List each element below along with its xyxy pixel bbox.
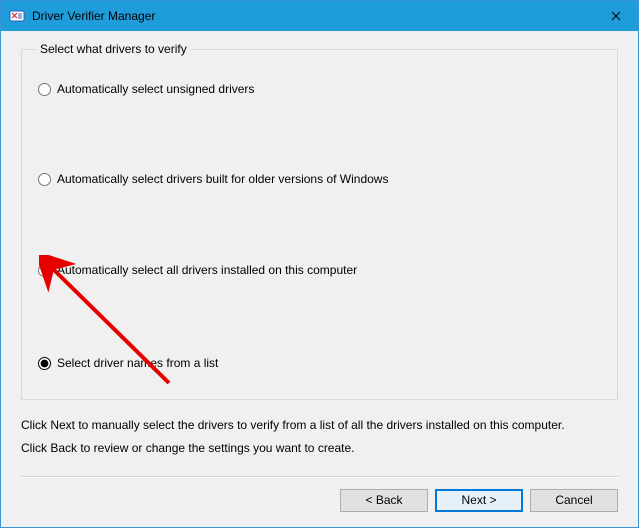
close-icon <box>611 11 621 21</box>
window-title: Driver Verifier Manager <box>32 9 593 23</box>
group-legend: Select what drivers to verify <box>36 42 191 56</box>
radio-unsigned-drivers-label: Automatically select unsigned drivers <box>57 82 254 96</box>
radio-all-installed-drivers-input[interactable] <box>38 264 51 277</box>
radio-all-installed-drivers[interactable]: Automatically select all drivers install… <box>38 263 357 277</box>
cancel-button[interactable]: Cancel <box>530 489 618 512</box>
radio-select-from-list-label: Select driver names from a list <box>57 356 218 370</box>
wizard-buttons: < Back Next > Cancel <box>21 489 618 512</box>
radio-unsigned-drivers-input[interactable] <box>38 83 51 96</box>
radio-older-windows-drivers-label: Automatically select drivers built for o… <box>57 172 388 186</box>
radio-select-from-list[interactable]: Select driver names from a list <box>38 356 218 370</box>
app-icon <box>9 8 25 24</box>
client-area: Select what drivers to verify Automatica… <box>1 31 638 527</box>
instruction-line-1: Click Next to manually select the driver… <box>21 414 618 437</box>
radio-all-installed-drivers-label: Automatically select all drivers install… <box>57 263 357 277</box>
driver-selection-group: Select what drivers to verify Automatica… <box>21 42 618 400</box>
radio-unsigned-drivers[interactable]: Automatically select unsigned drivers <box>38 82 254 96</box>
titlebar: Driver Verifier Manager <box>1 1 638 31</box>
instruction-line-2: Click Back to review or change the setti… <box>21 437 618 460</box>
separator <box>21 476 618 477</box>
radio-select-from-list-input[interactable] <box>38 357 51 370</box>
radio-older-windows-drivers-input[interactable] <box>38 173 51 186</box>
back-button[interactable]: < Back <box>340 489 428 512</box>
close-button[interactable] <box>593 1 638 31</box>
next-button[interactable]: Next > <box>435 489 523 512</box>
radio-older-windows-drivers[interactable]: Automatically select drivers built for o… <box>38 172 388 186</box>
instructions: Click Next to manually select the driver… <box>21 414 618 460</box>
